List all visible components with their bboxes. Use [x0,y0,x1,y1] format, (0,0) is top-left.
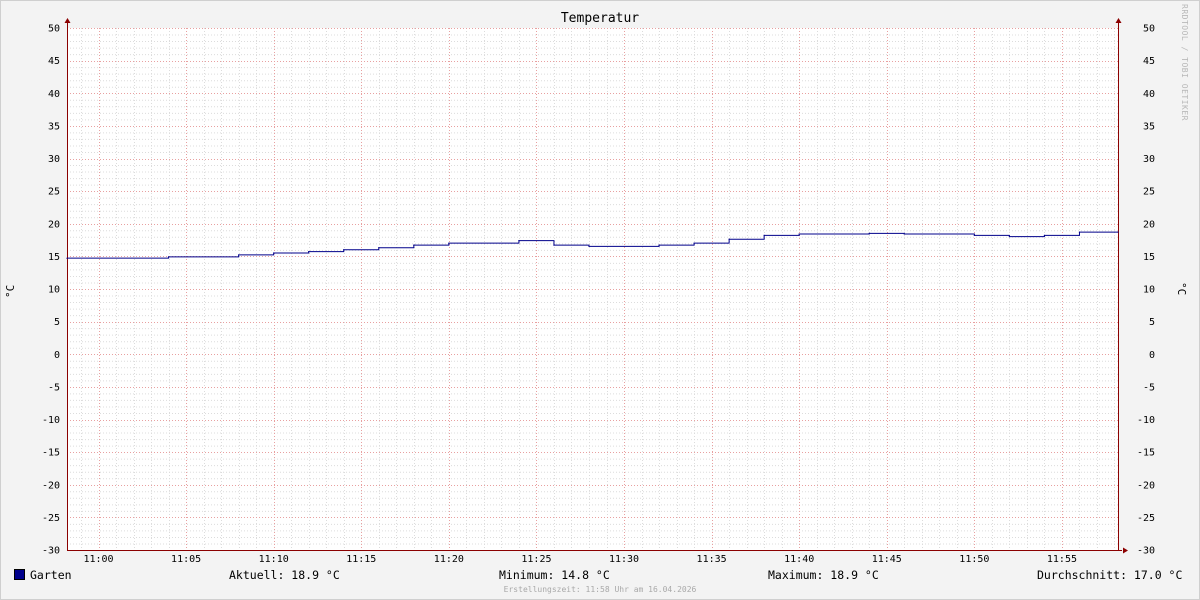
y-axis-label-left: °C [4,284,17,298]
y-tick-label-right: 35 [1143,121,1155,132]
y-tick-label-left: 0 [54,350,60,361]
y-tick-label-left: 5 [54,317,60,328]
y-tick-label-left: 25 [48,187,60,198]
y-tick-label-left: 50 [48,24,60,35]
y-tick-label-left: 15 [48,252,60,263]
y-tick-label-left: 20 [48,219,60,230]
y-tick-label-right: -10 [1137,415,1155,426]
y-tick-label-right: -25 [1137,513,1155,524]
data-point [658,244,660,246]
x-tick-label: 11:40 [784,554,814,565]
x-tick-label: 11:20 [434,554,464,565]
y-axis-arrow-right [1115,18,1122,23]
y-axis-label-right: °C [1175,282,1188,296]
y-tick-label-right: 20 [1143,219,1155,230]
y-tick-label-left: -25 [42,513,60,524]
data-point [343,249,345,251]
data-point [273,252,275,254]
y-tick-label-right: 5 [1149,317,1155,328]
x-axis-arrow [1123,547,1128,554]
y-tick-label-left: 45 [48,56,60,67]
data-point [553,244,555,246]
y-tick-label-left: 40 [48,89,60,100]
y-tick-label-right: -15 [1137,448,1155,459]
y-tick-label-left: -20 [42,480,60,491]
data-point [693,242,695,244]
watermark: RRDTOOL / TOBI OETIKER [1180,4,1189,121]
data-point [1078,231,1081,233]
y-tick-label-left: 30 [48,154,60,165]
data-point [518,239,520,242]
y-axis-arrow-left [64,18,71,23]
data-point [1043,234,1046,236]
x-tick-label: 11:05 [171,554,201,565]
data-point [798,233,800,235]
x-tick-label: 11:10 [259,554,289,565]
data-point [413,244,415,246]
data-point [238,254,240,256]
chart-canvas: -30 -30 -25 -25 -20 -20 -15 -15 -10 -10 -5 -5 0 0 5 5 10… [42,18,1155,565]
y-tick-label-right: -20 [1137,480,1155,491]
legend-series-name: Garten [30,568,72,582]
x-tick-label: 11:00 [83,554,113,565]
y-tick-label-left: -10 [42,415,60,426]
legend-minimum: Minimum: 14.8 °C [499,568,610,582]
y-tick-label-right: 0 [1149,350,1155,361]
y-tick-label-left: 10 [48,285,60,296]
data-point [903,233,905,235]
y-tick-label-left: -15 [42,448,60,459]
x-tick-label: 11:15 [346,554,376,565]
y-tick-label-left: 35 [48,121,60,132]
data-point [973,234,975,236]
data-point [763,234,765,236]
y-tick-label-right: -30 [1137,546,1155,557]
legend-aktuell: Aktuell: 18.9 °C [229,568,340,582]
data-point [167,256,170,258]
y-tick-label-right: -5 [1143,382,1155,393]
x-tick-label: 11:25 [521,554,551,565]
y-tick-label-right: 30 [1143,154,1155,165]
legend-swatch [14,569,25,580]
data-point [868,232,870,234]
data-point [448,242,450,244]
x-tick-label: 11:45 [872,554,902,565]
y-tick-label-right: 45 [1143,56,1155,67]
x-tick-label: 11:50 [959,554,989,565]
x-tick-label: 11:35 [697,554,727,565]
legend-durchschnitt: Durchschnitt: 17.0 °C [1037,568,1183,582]
creation-timestamp: Erstellungszeit: 11:58 Uhr am 16.04.2026 [503,585,697,594]
y-tick-label-left: -30 [42,546,60,557]
y-tick-label-right: 25 [1143,187,1155,198]
data-point [308,251,310,253]
y-tick-label-right: 10 [1143,285,1155,296]
y-tick-label-right: 50 [1143,24,1155,35]
data-point [588,245,590,248]
x-tick-label: 11:55 [1047,554,1077,565]
legend-maximum: Maximum: 18.9 °C [768,568,879,582]
data-point [378,247,380,249]
data-point [66,257,68,259]
data-point [1008,236,1010,238]
y-tick-label-right: 40 [1143,89,1155,100]
y-tick-label-left: -5 [48,382,60,393]
legend-series: Garten [14,568,72,582]
y-tick-label-right: 15 [1143,252,1155,263]
x-tick-label: 11:30 [609,554,639,565]
data-point [728,238,730,240]
data-point [1117,231,1119,233]
